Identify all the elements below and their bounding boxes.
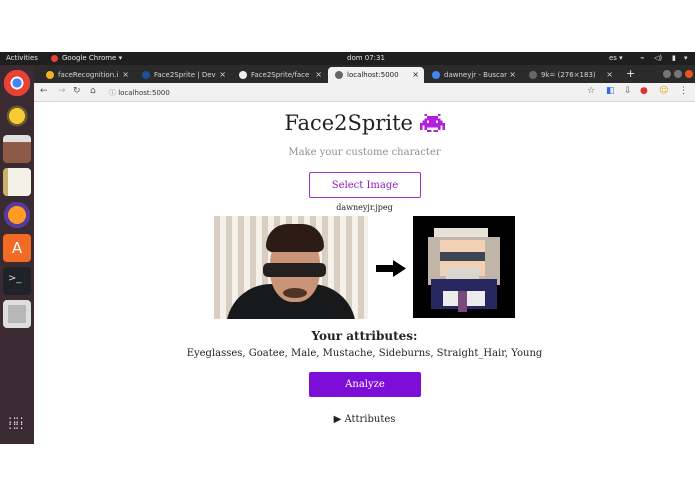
attributes-heading: Your attributes: <box>311 329 418 343</box>
tab-strip: faceRecognition.i × Face2Sprite | Dev × … <box>34 65 695 83</box>
tab-favicon-icon <box>432 71 440 79</box>
close-tab-icon[interactable]: × <box>412 70 419 79</box>
tab-favicon-icon <box>142 71 150 79</box>
analyze-button[interactable]: Analyze <box>309 372 421 397</box>
minimize-icon[interactable] <box>663 70 671 78</box>
network-icon[interactable]: ⌁ <box>640 54 644 62</box>
activities-button[interactable]: Activities <box>6 54 38 62</box>
new-tab-icon[interactable]: + <box>626 67 635 80</box>
text-editor-launcher-icon[interactable] <box>3 168 31 196</box>
tab-favicon-icon <box>335 71 343 79</box>
tab-devpost[interactable]: Face2Sprite | Dev × <box>135 67 231 83</box>
close-window-icon[interactable] <box>685 70 693 78</box>
close-tab-icon[interactable]: × <box>219 70 226 79</box>
tab-google-search[interactable]: dawneyjr - Buscar × <box>425 67 521 83</box>
tab-github[interactable]: Face2Sprite/face × <box>232 67 327 83</box>
tab-favicon-icon <box>46 71 54 79</box>
power-menu-icon[interactable]: ▾ <box>684 54 688 62</box>
info-icon: ⓘ <box>109 89 116 97</box>
tab-image[interactable]: 9k= (276×183) × <box>522 67 618 83</box>
files-launcher-icon[interactable] <box>3 135 31 163</box>
arrow-right-icon <box>376 260 406 277</box>
tab-favicon-icon <box>239 71 247 79</box>
system-top-bar: Activities Google Chrome ▾ dom 07:31 es … <box>0 52 695 65</box>
attributes-disclosure[interactable]: ▶ Attributes <box>34 414 695 425</box>
tab-facerecognition[interactable]: faceRecognition.i × <box>39 67 134 83</box>
select-image-button[interactable]: Select Image <box>309 172 421 198</box>
software-center-launcher-icon[interactable]: A <box>3 234 31 262</box>
face2sprite-page: Face2Sprite Make your custome character … <box>34 102 695 444</box>
address-bar[interactable]: ⓘ localhost:5000 <box>104 86 604 99</box>
bookmark-star-icon[interactable]: ☆ <box>587 86 595 96</box>
adblock-icon[interactable]: ● <box>640 86 648 96</box>
browser-window: faceRecognition.i × Face2Sprite | Dev × … <box>34 65 695 444</box>
chrome-app-icon <box>51 55 58 62</box>
gimp-launcher-icon[interactable] <box>3 102 31 130</box>
generated-sprite-image <box>413 216 515 318</box>
chrome-launcher-icon[interactable] <box>3 69 31 97</box>
close-tab-icon[interactable]: × <box>122 70 129 79</box>
close-tab-icon[interactable]: × <box>509 70 516 79</box>
tab-localhost[interactable]: localhost:5000 × <box>328 67 424 83</box>
page-subtitle: Make your custome character <box>288 147 441 158</box>
close-tab-icon[interactable]: × <box>606 70 613 79</box>
app-grid-icon[interactable]: ∷∷ ∷∷ <box>9 415 25 434</box>
space-invader-icon <box>419 113 445 133</box>
forward-icon[interactable]: → <box>58 86 66 96</box>
tab-favicon-icon <box>529 71 537 79</box>
translate-icon[interactable]: ◧ <box>606 86 615 96</box>
menu-icon[interactable]: ⋮ <box>679 86 688 96</box>
app-menu[interactable]: Google Chrome ▾ <box>62 54 122 62</box>
selected-file-name: dawneyjr.jpeg <box>336 203 393 212</box>
browser-toolbar: ← → ↻ ⌂ ⓘ localhost:5000 ☆ ◧ ⇩ ● ☺ ⋮ <box>34 83 695 102</box>
close-tab-icon[interactable]: × <box>315 70 322 79</box>
uploaded-face-photo <box>214 216 368 319</box>
address-url: localhost:5000 <box>118 89 170 97</box>
battery-icon[interactable]: ▮ <box>672 54 676 62</box>
home-icon[interactable]: ⌂ <box>90 86 96 96</box>
attributes-list: Eyeglasses, Goatee, Male, Mustache, Side… <box>186 348 543 359</box>
extension-icon[interactable]: ☺ <box>659 86 668 96</box>
launcher-dock: A >_ ∷∷ ∷∷ <box>0 65 34 444</box>
language-menu[interactable]: es ▾ <box>609 54 623 62</box>
page-title: Face2Sprite <box>34 111 695 135</box>
maximize-icon[interactable] <box>674 70 682 78</box>
reload-icon[interactable]: ↻ <box>73 86 81 96</box>
volume-icon[interactable]: ◁) <box>654 54 662 62</box>
screenshot-launcher-icon[interactable] <box>3 300 31 328</box>
back-icon[interactable]: ← <box>40 86 48 96</box>
firefox-launcher-icon[interactable] <box>3 201 31 229</box>
clock[interactable]: dom 07:31 <box>347 54 385 62</box>
terminal-launcher-icon[interactable]: >_ <box>3 267 31 295</box>
download-icon[interactable]: ⇩ <box>624 86 632 96</box>
